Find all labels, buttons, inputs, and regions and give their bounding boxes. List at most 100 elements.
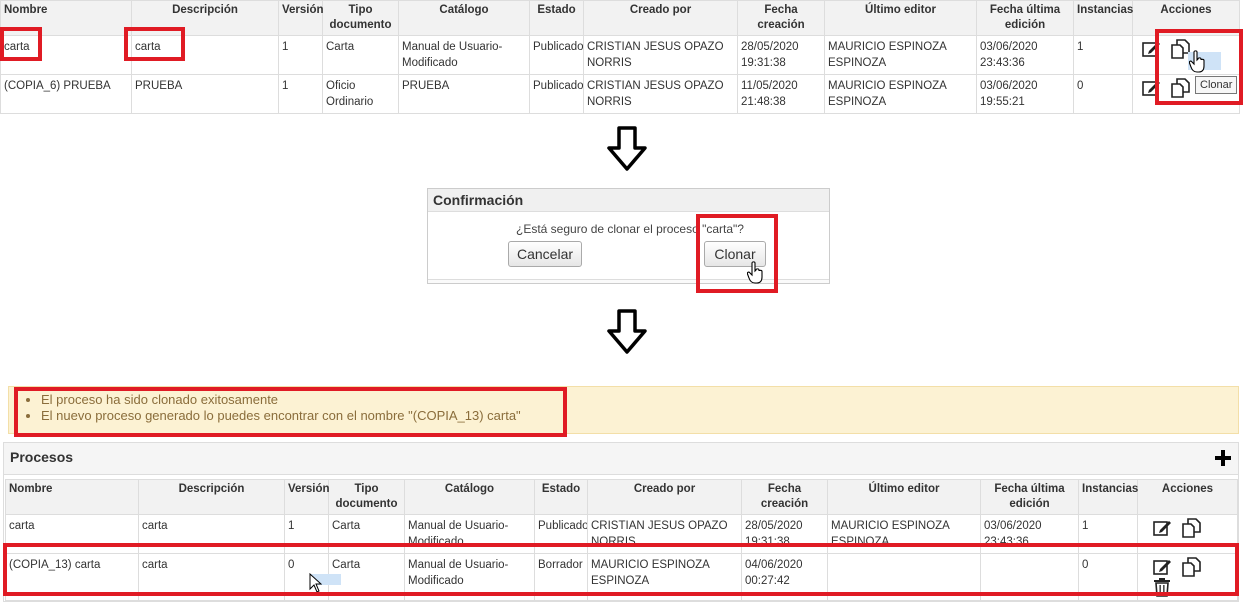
- cell-tipo: Carta: [328, 514, 405, 554]
- cell-catalogo: Manual de Usuario-Modificado: [398, 35, 530, 75]
- panel-header: Procesos: [4, 443, 1238, 475]
- col-nombre[interactable]: Nombre: [0, 0, 132, 36]
- cell-fecha-edicion: 03/06/2020 23:43:36: [976, 35, 1074, 75]
- panel-title: Procesos: [10, 449, 74, 465]
- col-descripcion[interactable]: Descripción: [131, 0, 279, 36]
- cell-fecha-edicion: 03/06/2020 19:55:21: [976, 74, 1074, 114]
- table-header-row: Nombre Descripción Versión Tipo document…: [0, 0, 1240, 36]
- col-tipo[interactable]: Tipo documento: [322, 0, 399, 36]
- cell-descripcion: PRUEBA: [131, 74, 279, 114]
- cell-estado: Publicado: [534, 514, 588, 554]
- col-version[interactable]: Versión: [284, 479, 330, 515]
- col-acciones: Acciones: [1132, 0, 1240, 36]
- col-instancias[interactable]: Instancias: [1073, 0, 1133, 36]
- cell-ultimo-editor: MAURICIO ESPINOZA ESPINOZA: [827, 514, 981, 554]
- cell-descripcion: carta: [138, 553, 285, 601]
- table-row: carta carta 1 Carta Manual de Usuario-Mo…: [5, 514, 1238, 554]
- cell-creado-por: CRISTIAN JESUS OPAZO NORRIS: [583, 35, 738, 75]
- clone-icon[interactable]: [1181, 518, 1202, 538]
- cell-fecha-creacion: 11/05/2020 21:48:38: [737, 74, 825, 114]
- cell-nombre: carta: [0, 35, 132, 75]
- col-instancias[interactable]: Instancias: [1078, 479, 1138, 515]
- confirmation-dialog: Confirmación ¿Está seguro de clonar el p…: [427, 188, 830, 284]
- edit-icon[interactable]: [1152, 518, 1172, 538]
- cell-nombre: (COPIA_6) PRUEBA: [0, 74, 132, 114]
- clone-icon[interactable]: [1181, 557, 1202, 577]
- col-creado-por[interactable]: Creado por: [583, 0, 738, 36]
- cell-creado-por: CRISTIAN JESUS OPAZO NORRIS: [583, 74, 738, 114]
- col-catalogo[interactable]: Catálogo: [404, 479, 535, 515]
- cell-tipo: Oficio Ordinario: [322, 74, 399, 114]
- col-ultimo-editor[interactable]: Último editor: [827, 479, 981, 515]
- cell-descripcion: carta: [138, 514, 285, 554]
- clone-icon[interactable]: [1170, 78, 1191, 98]
- dialog-bottom-edge: [428, 279, 829, 283]
- cell-version: 1: [278, 35, 323, 75]
- dialog-title: Confirmación: [428, 189, 829, 212]
- cell-fecha-creacion: 28/05/2020 19:31:38: [741, 514, 828, 554]
- cell-fecha-edicion: [980, 553, 1079, 601]
- cell-acciones: [1137, 514, 1238, 554]
- cell-instancias: 0: [1073, 74, 1133, 114]
- processes-table-top: Nombre Descripción Versión Tipo document…: [0, 0, 1240, 114]
- col-creado-por[interactable]: Creado por: [587, 479, 742, 515]
- table-header-row: Nombre Descripción Versión Tipo document…: [5, 479, 1238, 515]
- col-estado[interactable]: Estado: [529, 0, 584, 36]
- clone-tooltip: Clonar: [1195, 76, 1238, 94]
- col-descripcion[interactable]: Descripción: [138, 479, 285, 515]
- cell-instancias: 0: [1078, 553, 1138, 601]
- cell-tipo: Carta: [322, 35, 399, 75]
- col-acciones: Acciones: [1137, 479, 1238, 515]
- table-row: (COPIA_13) carta carta 0 Carta Manual de…: [5, 553, 1238, 601]
- cell-descripcion: carta: [131, 35, 279, 75]
- cell-estado: Publicado: [529, 74, 584, 114]
- cell-fecha-creacion: 04/06/2020 00:27:42: [741, 553, 828, 601]
- cell-acciones: [1137, 553, 1238, 601]
- alert-line: El nuevo proceso generado lo puedes enco…: [41, 408, 1238, 424]
- cell-acciones: [1132, 35, 1240, 75]
- edit-icon[interactable]: [1152, 557, 1172, 577]
- cell-instancias: 1: [1078, 514, 1138, 554]
- table-row: carta carta 1 Carta Manual de Usuario-Mo…: [0, 35, 1240, 75]
- cell-estado: Publicado: [529, 35, 584, 75]
- success-alert: El proceso ha sido clonado exitosamente …: [8, 386, 1239, 434]
- cell-creado-por: CRISTIAN JESUS OPAZO NORRIS: [587, 514, 742, 554]
- arrow-cursor-icon: [309, 573, 322, 593]
- cell-estado: Borrador: [534, 553, 588, 601]
- cancel-button[interactable]: Cancelar: [508, 241, 582, 267]
- cell-nombre: (COPIA_13) carta: [5, 553, 139, 601]
- hand-cursor-icon: [747, 261, 763, 284]
- edit-icon[interactable]: [1141, 78, 1161, 98]
- down-arrow-icon: [607, 309, 647, 354]
- cell-ultimo-editor: MAURICIO ESPINOZA ESPINOZA: [824, 74, 977, 114]
- cell-catalogo: Manual de Usuario-Modificado: [404, 553, 535, 601]
- hand-cursor-icon: [1189, 50, 1205, 73]
- cell-ultimo-editor: MAURICIO ESPINOZA ESPINOZA: [824, 35, 977, 75]
- cell-fecha-edicion: 03/06/2020 23:43:36: [980, 514, 1079, 554]
- cell-nombre: carta: [5, 514, 139, 554]
- cell-creado-por: MAURICIO ESPINOZA ESPINOZA: [587, 553, 742, 601]
- col-version[interactable]: Versión: [278, 0, 324, 36]
- col-fecha-edicion[interactable]: Fecha última edición: [976, 0, 1074, 36]
- col-fecha-creacion[interactable]: Fecha creación: [741, 479, 828, 515]
- down-arrow-icon: [607, 126, 647, 171]
- dialog-message: ¿Está seguro de clonar el proceso "carta…: [516, 222, 744, 236]
- col-catalogo[interactable]: Catálogo: [398, 0, 530, 36]
- col-nombre[interactable]: Nombre: [5, 479, 139, 515]
- trash-icon[interactable]: [1152, 577, 1172, 597]
- cell-fecha-creacion: 28/05/2020 19:31:38: [737, 35, 825, 75]
- col-estado[interactable]: Estado: [534, 479, 588, 515]
- col-fecha-edicion[interactable]: Fecha última edición: [980, 479, 1079, 515]
- col-fecha-creacion[interactable]: Fecha creación: [737, 0, 825, 36]
- cell-catalogo: PRUEBA: [398, 74, 530, 114]
- table-row: (COPIA_6) PRUEBA PRUEBA 1 Oficio Ordinar…: [0, 74, 1240, 114]
- plus-icon[interactable]: [1214, 449, 1232, 467]
- cell-instancias: 1: [1073, 35, 1133, 75]
- col-tipo[interactable]: Tipo documento: [328, 479, 405, 515]
- edit-icon[interactable]: [1141, 39, 1161, 59]
- processes-table-bottom: Nombre Descripción Versión Tipo document…: [5, 479, 1238, 601]
- cell-version: 1: [278, 74, 323, 114]
- cell-version: 1: [284, 514, 329, 554]
- alert-line: El proceso ha sido clonado exitosamente: [41, 392, 1238, 408]
- col-ultimo-editor[interactable]: Último editor: [824, 0, 977, 36]
